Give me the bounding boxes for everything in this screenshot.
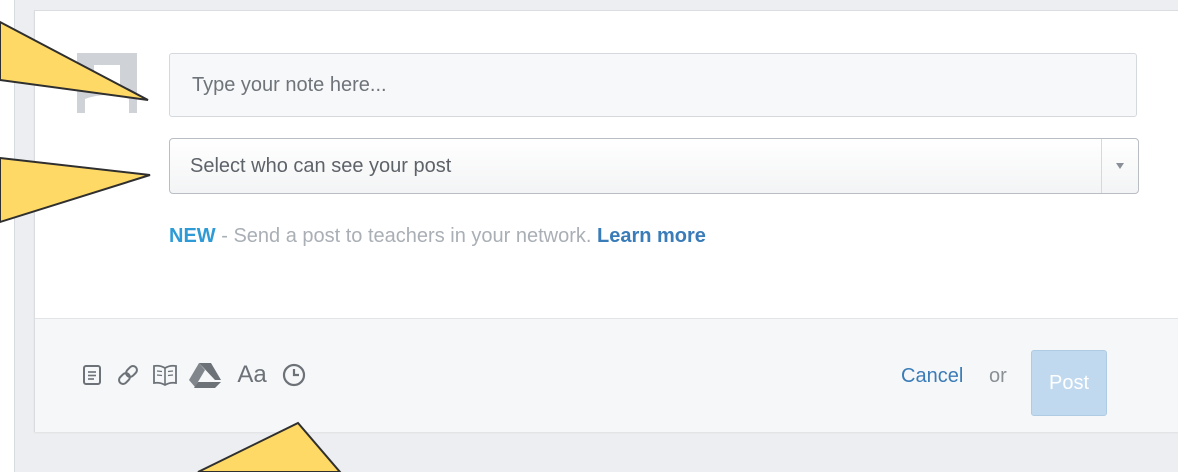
text-format-button[interactable]: Aa bbox=[231, 359, 273, 391]
schedule-button[interactable] bbox=[281, 359, 307, 391]
cancel-link[interactable]: Cancel bbox=[901, 365, 963, 388]
audience-select[interactable]: Select who can see your post bbox=[169, 138, 1139, 194]
new-feature-notice: NEW - Send a post to teachers in your ne… bbox=[169, 225, 706, 248]
google-drive-icon bbox=[189, 363, 221, 388]
chevron-down-icon bbox=[1116, 163, 1124, 169]
attach-drive-button[interactable] bbox=[187, 359, 223, 391]
dropdown-toggle[interactable] bbox=[1101, 139, 1138, 193]
post-button[interactable]: Post bbox=[1031, 350, 1107, 416]
clock-icon bbox=[282, 363, 306, 387]
audience-select-value: Select who can see your post bbox=[190, 155, 452, 177]
link-icon bbox=[118, 365, 138, 385]
user-silhouette-icon bbox=[77, 53, 137, 113]
attach-link-button[interactable] bbox=[115, 359, 141, 391]
post-composer-card: Select who can see your post NEW - Send … bbox=[34, 10, 1178, 432]
learn-more-link[interactable]: Learn more bbox=[597, 225, 706, 247]
note-input[interactable] bbox=[169, 53, 1137, 117]
composer-toolbar: Aa Cancel or Post bbox=[35, 318, 1178, 432]
attach-library-button[interactable] bbox=[151, 359, 179, 391]
notice-text: - Send a post to teachers in your networ… bbox=[215, 225, 597, 247]
avatar bbox=[77, 53, 137, 113]
book-icon bbox=[153, 364, 177, 386]
left-panel-edge bbox=[0, 0, 15, 472]
or-separator: or bbox=[989, 365, 1007, 387]
text-format-icon: Aa bbox=[237, 361, 267, 388]
note-icon bbox=[83, 365, 101, 385]
attach-note-button[interactable] bbox=[81, 359, 103, 391]
new-badge: NEW bbox=[169, 225, 216, 247]
